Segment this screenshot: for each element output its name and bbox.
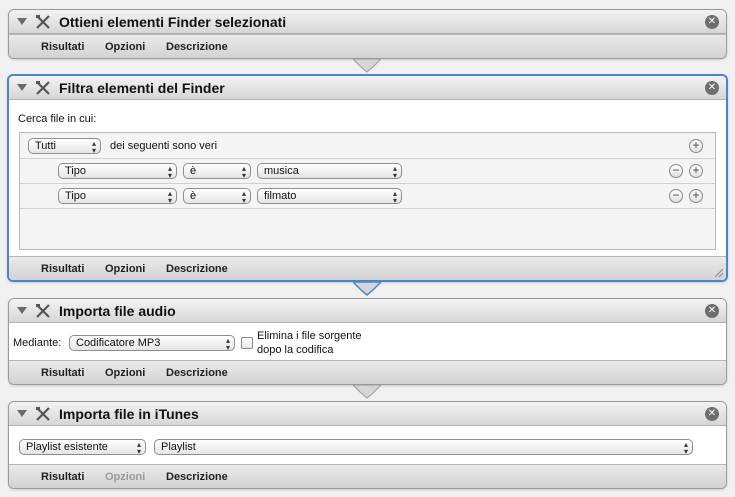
- rule-operator-value: è: [190, 165, 197, 177]
- connector-arrow: [353, 59, 381, 73]
- tab-options[interactable]: Opzioni: [105, 41, 145, 53]
- rule-value-popup[interactable]: musica ▴ ▾: [257, 163, 402, 179]
- disclosure-triangle-icon[interactable]: [17, 410, 27, 417]
- rule-field-value: Tipo: [65, 165, 86, 177]
- action-header[interactable]: Importa file audio ✕: [9, 299, 726, 323]
- delete-source-label-line1: Elimina i file sorgente: [257, 330, 362, 342]
- tools-icon: [36, 304, 50, 318]
- rule-value: filmato: [264, 190, 297, 202]
- using-label: Mediante:: [13, 337, 62, 349]
- tools-icon: [36, 15, 50, 29]
- resize-grip-icon[interactable]: [713, 267, 723, 277]
- criteria-box: Tutti ▴ ▾ dei seguenti sono veri + Tipo ▴…: [19, 132, 716, 250]
- popup-arrows-icon: ▴ ▾: [91, 139, 96, 154]
- match-selector-popup[interactable]: Tutti ▴ ▾: [28, 138, 101, 154]
- popup-arrows-icon: ▴ ▾: [136, 440, 141, 455]
- action-header[interactable]: Importa file in iTunes ✕: [9, 402, 726, 426]
- rule-value-popup[interactable]: filmato ▴ ▾: [257, 188, 402, 204]
- rule-field-popup[interactable]: Tipo ▴ ▾: [58, 188, 177, 204]
- playlist-popup[interactable]: Playlist ▴ ▾: [154, 439, 693, 455]
- playlist-value: Playlist: [161, 441, 196, 453]
- add-rule-button[interactable]: +: [689, 164, 703, 178]
- tab-description[interactable]: Descrizione: [166, 471, 228, 483]
- divider: [20, 158, 715, 159]
- tab-options[interactable]: Opzioni: [105, 367, 145, 379]
- action-title: Ottieni elementi Finder selezionati: [59, 14, 287, 30]
- delete-source-label-line2: dopo la codifica: [257, 344, 334, 356]
- remove-rule-button[interactable]: −: [669, 189, 683, 203]
- popup-arrows-icon: ▴ ▾: [241, 189, 246, 204]
- encoder-popup[interactable]: Codificatore MP3 ▴ ▾: [69, 335, 235, 351]
- action-title: Filtra elementi del Finder: [59, 80, 225, 96]
- divider: [20, 208, 715, 209]
- rule-operator-popup[interactable]: è ▴ ▾: [183, 163, 251, 179]
- action-footer: Risultati Opzioni Descrizione: [9, 464, 726, 488]
- action-footer: Risultati Opzioni Descrizione: [9, 360, 726, 384]
- popup-arrows-icon: ▴ ▾: [225, 336, 230, 351]
- action-footer: Risultati Opzioni Descrizione: [9, 34, 726, 58]
- delete-source-checkbox[interactable]: [241, 337, 253, 349]
- rule-value: musica: [264, 165, 299, 177]
- remove-rule-button[interactable]: −: [669, 164, 683, 178]
- popup-arrows-icon: ▴ ▾: [167, 189, 172, 204]
- encoder-value: Codificatore MP3: [76, 337, 161, 349]
- action-footer: Risultati Opzioni Descrizione: [9, 256, 726, 280]
- action-filter-finder-items[interactable]: Filtra elementi del Finder ✕ Cerca file …: [7, 74, 728, 282]
- action-title: Importa file in iTunes: [59, 406, 199, 422]
- action-header[interactable]: Filtra elementi del Finder ✕: [9, 76, 726, 100]
- add-rule-button[interactable]: +: [689, 189, 703, 203]
- search-label: Cerca file in cui:: [18, 113, 97, 125]
- popup-arrows-icon: ▴ ▾: [683, 440, 688, 455]
- rule-operator-value: è: [190, 190, 197, 202]
- close-icon[interactable]: ✕: [705, 15, 719, 29]
- tab-results[interactable]: Risultati: [41, 41, 84, 53]
- rule-field-value: Tipo: [65, 190, 86, 202]
- action-import-files-into-itunes[interactable]: Importa file in iTunes ✕ Playlist esiste…: [8, 401, 727, 489]
- rule-operator-popup[interactable]: è ▴ ▾: [183, 188, 251, 204]
- match-selector-value: Tutti: [35, 140, 56, 152]
- match-text: dei seguenti sono veri: [110, 140, 218, 152]
- tab-results[interactable]: Risultati: [41, 471, 84, 483]
- tab-description[interactable]: Descrizione: [166, 367, 228, 379]
- close-icon[interactable]: ✕: [705, 81, 719, 95]
- tools-icon: [36, 81, 50, 95]
- disclosure-triangle-icon[interactable]: [17, 84, 27, 91]
- rule-field-popup[interactable]: Tipo ▴ ▾: [58, 163, 177, 179]
- tools-icon: [36, 407, 50, 421]
- tab-description[interactable]: Descrizione: [166, 263, 228, 275]
- close-icon[interactable]: ✕: [705, 304, 719, 318]
- action-title: Importa file audio: [59, 303, 176, 319]
- connector-arrow: [353, 385, 381, 399]
- action-header[interactable]: Ottieni elementi Finder selezionati ✕: [9, 10, 726, 34]
- tab-description[interactable]: Descrizione: [166, 41, 228, 53]
- add-rule-button[interactable]: +: [689, 139, 703, 153]
- disclosure-triangle-icon[interactable]: [17, 18, 27, 25]
- popup-arrows-icon: ▴ ▾: [241, 164, 246, 179]
- connector-arrow: [353, 282, 381, 296]
- tab-results[interactable]: Risultati: [41, 367, 84, 379]
- tab-options: Opzioni: [105, 471, 146, 483]
- action-get-selected-finder-items[interactable]: Ottieni elementi Finder selezionati ✕ Ri…: [8, 9, 727, 59]
- popup-arrows-icon: ▴ ▾: [167, 164, 172, 179]
- popup-arrows-icon: ▴ ▾: [392, 164, 397, 179]
- action-import-audio-files[interactable]: Importa file audio ✕ Mediante: Codificat…: [8, 298, 727, 385]
- popup-arrows-icon: ▴ ▾: [392, 189, 397, 204]
- tab-options[interactable]: Opzioni: [105, 263, 145, 275]
- playlist-mode-popup[interactable]: Playlist esistente ▴ ▾: [19, 439, 146, 455]
- disclosure-triangle-icon[interactable]: [17, 307, 27, 314]
- divider: [20, 183, 715, 184]
- tab-results[interactable]: Risultati: [41, 263, 84, 275]
- playlist-mode-value: Playlist esistente: [26, 441, 108, 453]
- close-icon[interactable]: ✕: [705, 407, 719, 421]
